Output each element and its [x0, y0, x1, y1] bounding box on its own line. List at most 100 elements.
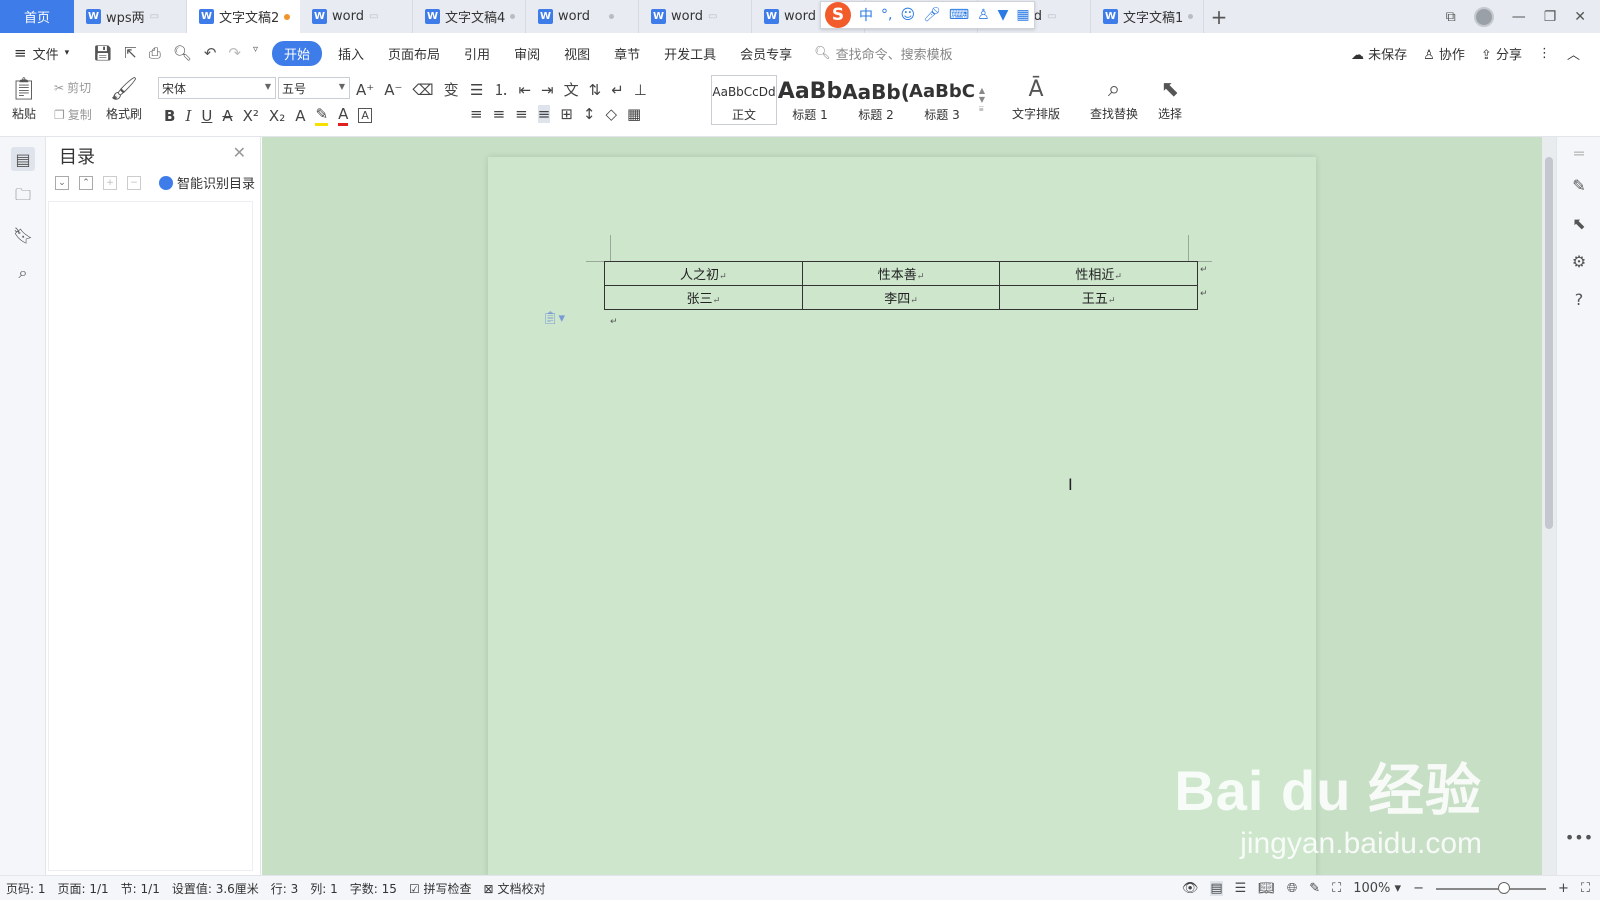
bold-icon[interactable]: B [164, 107, 175, 125]
more-horizontal-icon[interactable]: ••• [1565, 827, 1593, 847]
toc-list[interactable] [48, 201, 253, 871]
paste-options-icon[interactable]: 📋︎▾ [542, 311, 565, 326]
table-cell[interactable]: 张三↵ [604, 285, 803, 310]
find-replace-button[interactable]: ⌕ 查找替换 [1090, 75, 1138, 122]
text-layout-button[interactable]: Ā 文字排版 [1012, 75, 1060, 122]
doc-tab-5[interactable]: Wword [526, 0, 639, 33]
chapter-nav-icon[interactable]: 🗀︎ [11, 185, 35, 209]
search-icon[interactable]: ⌕ [11, 261, 35, 285]
restore-icon[interactable]: ❐ [1544, 9, 1557, 25]
shrink-font-icon[interactable]: A⁻ [384, 81, 402, 99]
close-icon[interactable]: ✕ [233, 143, 246, 162]
microphone-icon[interactable]: 🎤︎ [923, 7, 941, 23]
web-view-icon[interactable]: 🌐︎ [1287, 881, 1297, 896]
format-painter-button[interactable]: 🖌︎ 格式刷 [106, 75, 142, 122]
settings-sliders-icon[interactable]: ⚙ [1569, 251, 1589, 271]
toolbox-grid-icon[interactable]: ▦ [1016, 7, 1029, 23]
text-effect-icon[interactable]: A [295, 107, 305, 125]
toc-panel-icon[interactable]: ▤ [11, 147, 35, 171]
expand-all-icon[interactable]: ⌄ [55, 175, 69, 190]
cut-button[interactable]: ✂ 剪切 [54, 79, 91, 96]
table-cell[interactable]: 李四↵ [801, 285, 1001, 310]
status-column[interactable]: 列: 1 [304, 880, 344, 897]
font-name-select[interactable]: 宋体 ▼ [158, 77, 276, 99]
more-vertical-icon[interactable]: ⋮ [1538, 46, 1551, 61]
shading-icon[interactable]: ◇ [605, 105, 617, 123]
scrollbar-thumb[interactable] [1545, 157, 1553, 529]
undo-icon[interactable]: ↶ [204, 44, 217, 62]
zoom-out-icon[interactable]: − [1413, 881, 1424, 896]
char-border-icon[interactable]: A [358, 108, 372, 123]
tab-ruler-icon[interactable]: ⊥ [634, 81, 647, 99]
phonetic-icon[interactable]: 变 [444, 79, 459, 100]
status-word-count[interactable]: 字数: 15 [344, 880, 403, 897]
new-tab-button[interactable]: + [1204, 0, 1234, 33]
avatar[interactable] [1473, 6, 1494, 27]
share-button[interactable]: ⇪ 分享 [1481, 44, 1522, 63]
decrease-indent-icon[interactable]: ⇤ [518, 81, 531, 99]
style-heading-3[interactable]: AaBbC 标题 3 [909, 75, 975, 125]
remove-heading-icon[interactable]: − [127, 175, 141, 190]
menu-tab-view[interactable]: 视图 [552, 44, 602, 63]
align-center-icon[interactable]: ≡ [493, 105, 506, 123]
distribute-icon[interactable]: ⊞ [560, 105, 573, 123]
justify-icon[interactable]: ≡ [537, 105, 551, 123]
zoom-slider[interactable] [1435, 881, 1546, 894]
document-table[interactable]: 人之初↵ 性本善↵ 性相近↵ 张三↵ 李四↵ 王五↵ [604, 261, 1198, 310]
status-page-number[interactable]: 页码: 1 [0, 880, 52, 897]
doc-tab-10[interactable]: W 文字文稿1 [1091, 0, 1204, 33]
close-window-icon[interactable]: ✕ [1574, 9, 1586, 25]
doc-tab-2[interactable]: W 文字文稿2 [187, 0, 300, 33]
superscript-icon[interactable]: X² [243, 107, 259, 125]
show-marks-icon[interactable]: ↵ [611, 81, 624, 99]
menu-tab-review[interactable]: 审阅 [502, 44, 552, 63]
bullets-icon[interactable]: ☰ [470, 81, 483, 99]
eye-protect-icon[interactable]: 👁︎ [1182, 881, 1199, 896]
fullscreen-icon[interactable]: ⛶ [1581, 881, 1590, 896]
help-icon[interactable]: ? [1569, 289, 1589, 309]
save-icon[interactable]: 💾︎ [93, 44, 112, 62]
menu-tab-developer[interactable]: 开发工具 [652, 44, 728, 63]
font-color-icon[interactable]: A [338, 105, 349, 126]
doc-tab-6[interactable]: Wword ▭ [639, 0, 752, 33]
numbering-icon[interactable]: ⒈ [493, 79, 508, 100]
outline-view-icon[interactable]: ☰ [1235, 881, 1247, 896]
print-preview-icon[interactable]: 🔍︎ [173, 44, 192, 62]
menu-tab-references[interactable]: 引用 [452, 44, 502, 63]
emoji-icon[interactable]: ☺ [900, 7, 915, 23]
table-cell[interactable]: 性相近↵ [999, 261, 1198, 286]
menu-tab-insert[interactable]: 插入 [326, 44, 376, 63]
cursor-select-icon[interactable]: ⬉ [1569, 213, 1589, 233]
export-icon[interactable]: ⇱ [124, 44, 137, 62]
vertical-scrollbar[interactable] [1542, 137, 1556, 875]
proofread-button[interactable]: ⊠ 文档校对 [478, 880, 552, 897]
print-icon[interactable]: ⎙ [149, 44, 161, 62]
table-cell[interactable]: 王五↵ [999, 285, 1198, 310]
minimize-icon[interactable]: — [1512, 9, 1526, 25]
collapse-panel-icon[interactable]: ═ [1569, 143, 1589, 163]
window-layout-icon[interactable]: ⧉ [1446, 9, 1456, 25]
copy-button[interactable]: ❐ 复制 [54, 106, 92, 123]
status-row[interactable]: 行: 3 [265, 880, 305, 897]
edit-pen-icon[interactable]: ✎ [1569, 175, 1589, 195]
menu-tab-start[interactable]: 开始 [272, 40, 323, 66]
punctuation-icon[interactable]: °, [881, 7, 892, 23]
line-spacing-icon[interactable]: ↕ [583, 105, 596, 123]
collaborate-button[interactable]: ♙ 协作 [1423, 44, 1465, 63]
bookmark-icon[interactable]: 🔖︎ [11, 223, 35, 247]
sogou-logo-icon[interactable]: S [825, 2, 851, 28]
style-heading-2[interactable]: AaBb(标题 2 [843, 75, 909, 125]
clear-format-icon[interactable]: ⌫ [412, 81, 433, 99]
status-pages[interactable]: 页面: 1/1 [52, 880, 115, 897]
zoom-level-select[interactable]: 100% ▾ [1353, 881, 1401, 896]
table-cell[interactable]: 性本善↵ [801, 261, 1001, 286]
status-setting-value[interactable]: 设置值: 3.6厘米 [166, 880, 265, 897]
align-right-icon[interactable]: ≡ [515, 105, 528, 123]
sort-icon[interactable]: ⇅ [589, 81, 602, 99]
highlight-icon[interactable]: ✎ [315, 105, 329, 126]
strikethrough-icon[interactable]: A [222, 107, 232, 125]
status-section[interactable]: 节: 1/1 [115, 880, 166, 897]
style-normal[interactable]: AaBbCcDd 正文 [711, 75, 777, 125]
increase-indent-icon[interactable]: ⇥ [541, 81, 554, 99]
menu-tab-member[interactable]: 会员专享 [728, 44, 804, 63]
